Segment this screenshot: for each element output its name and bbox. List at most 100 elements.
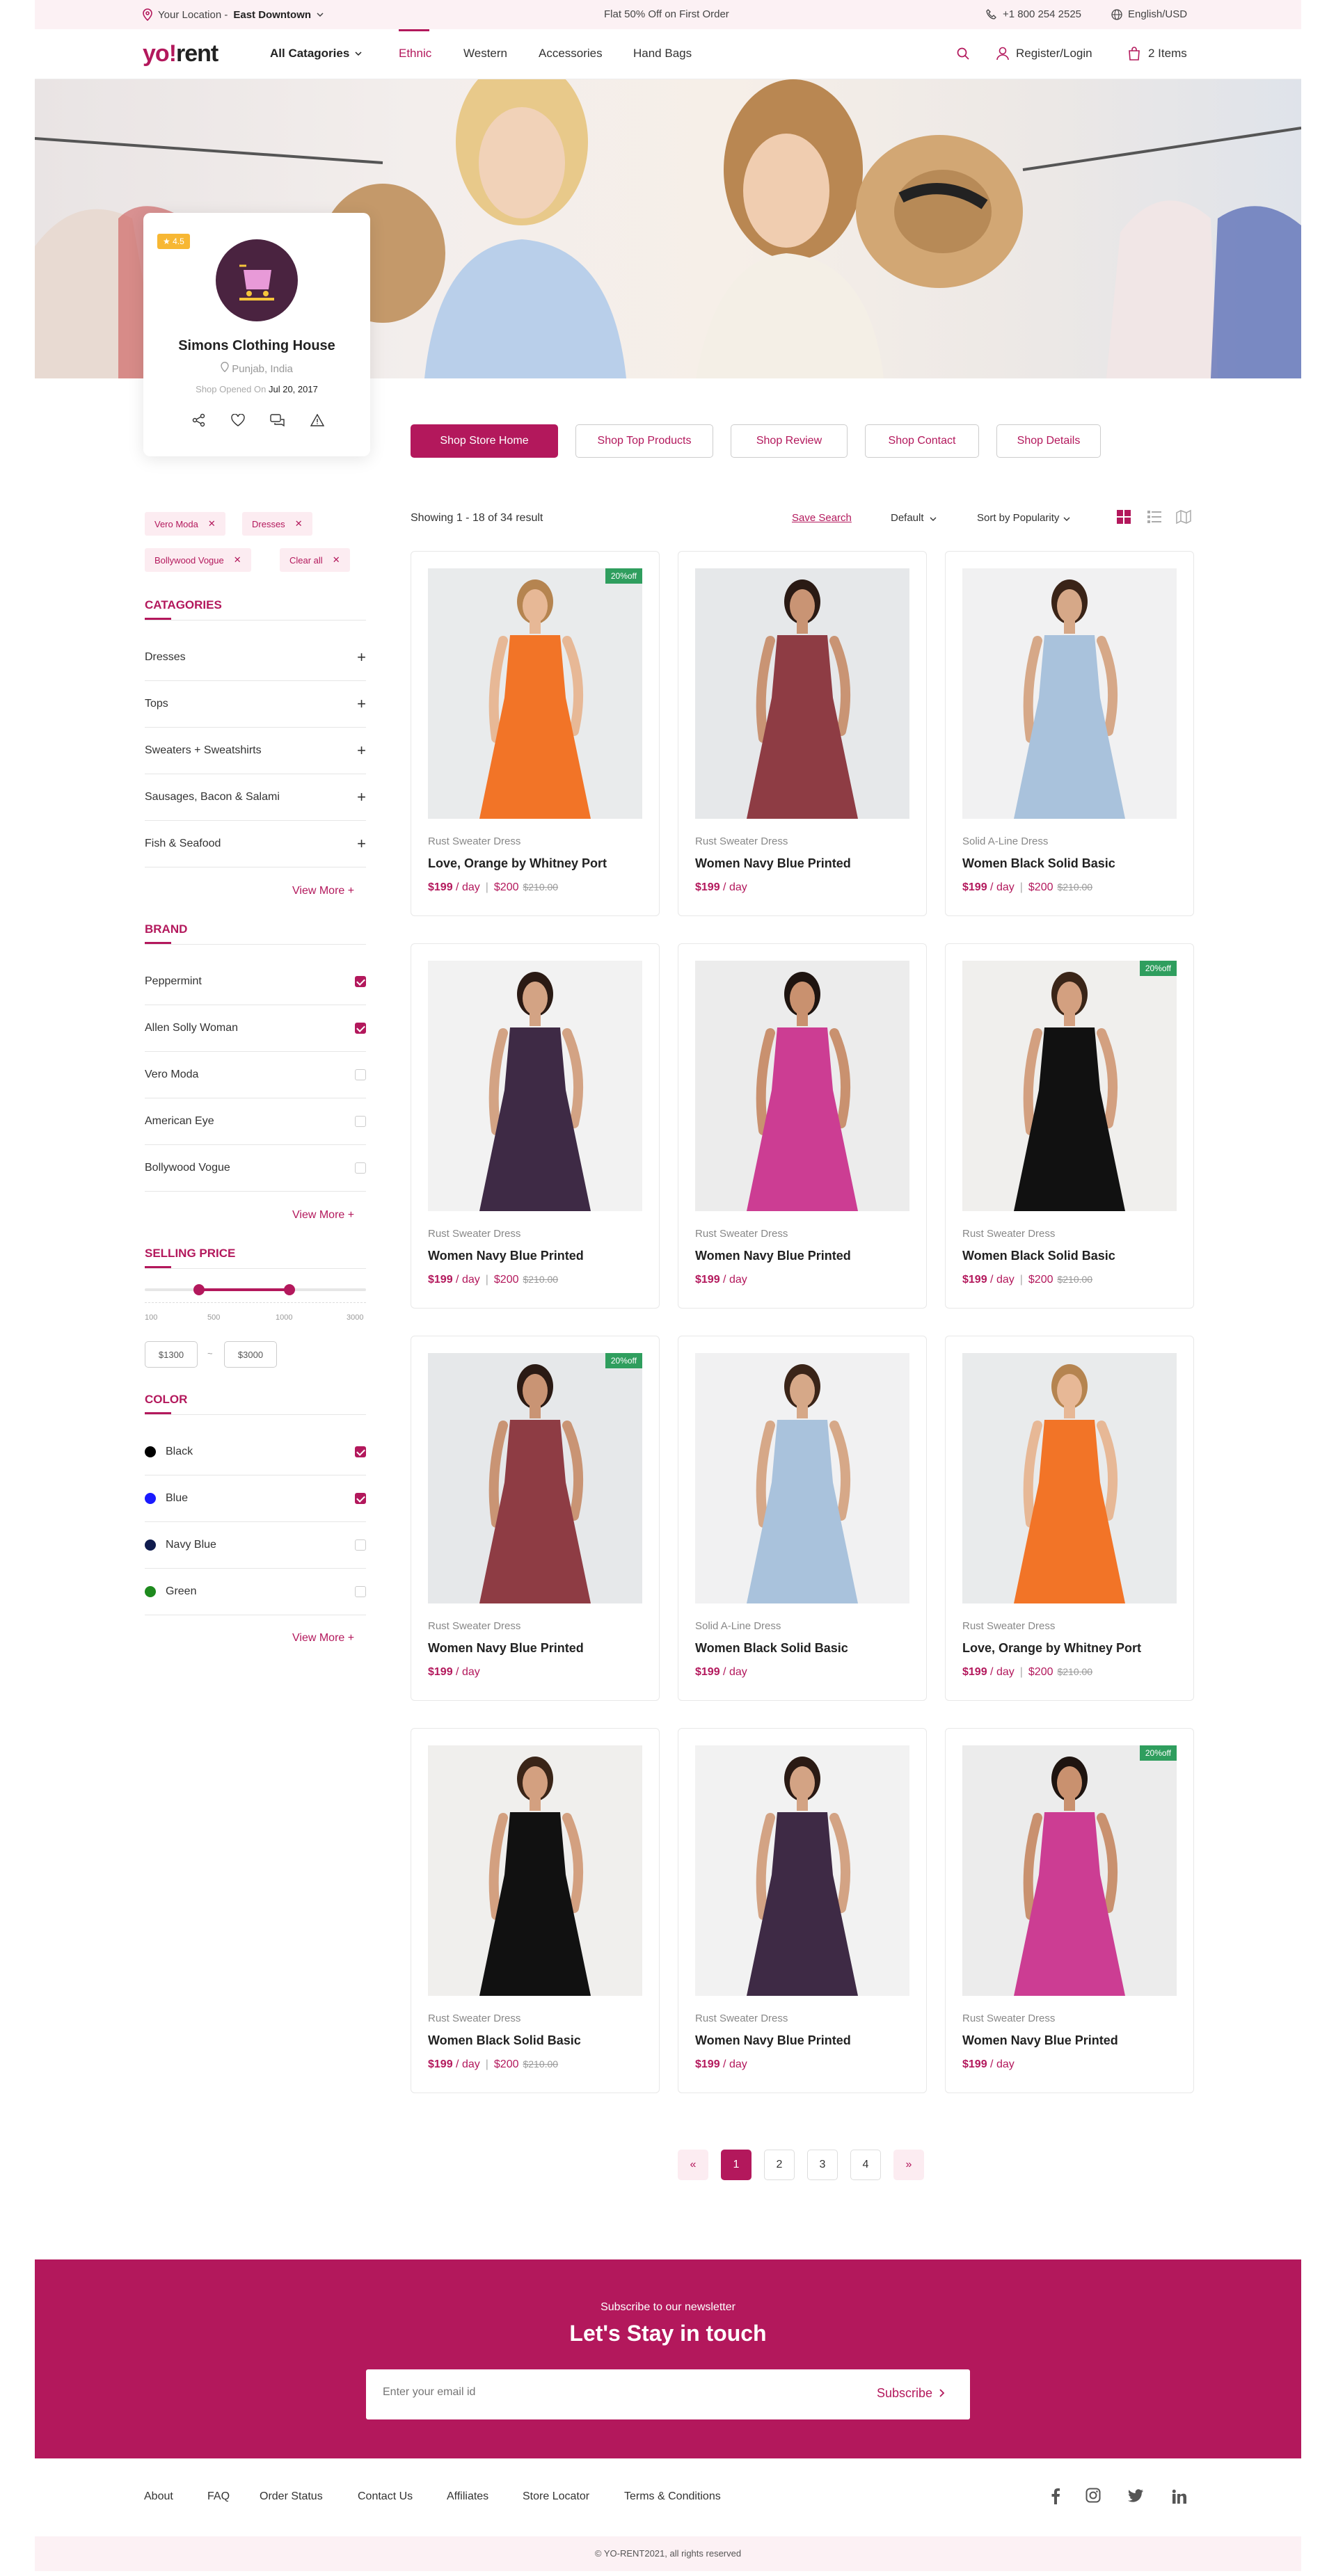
map-view-icon[interactable] (1176, 509, 1191, 525)
category-item[interactable]: Dresses + (145, 634, 366, 681)
product-name[interactable]: Women Navy Blue Printed (428, 1249, 584, 1263)
product-card[interactable]: Rust Sweater Dress Women Navy Blue Printe… (678, 1728, 927, 2093)
list-view-icon[interactable] (1147, 509, 1162, 525)
footer-link-faq[interactable]: FAQ (207, 2490, 230, 2503)
product-name[interactable]: Women Black Solid Basic (962, 856, 1115, 871)
category-item[interactable]: Sausages, Bacon & Salami + (145, 774, 366, 821)
checkbox[interactable] (355, 976, 366, 987)
heart-icon[interactable] (231, 413, 245, 427)
chat-icon[interactable] (270, 413, 285, 427)
pagination-page[interactable]: 1 (721, 2150, 752, 2180)
product-image[interactable] (695, 1353, 909, 1603)
brand-item[interactable]: Peppermint (145, 959, 366, 1005)
product-name[interactable]: Women Navy Blue Printed (695, 2033, 851, 2048)
price-max-input[interactable]: $3000 (224, 1341, 277, 1368)
checkbox[interactable] (355, 1023, 366, 1034)
product-card[interactable]: 20%off Rust Sweater Dress Women Black Soli… (945, 943, 1194, 1309)
checkbox[interactable] (355, 1069, 366, 1080)
color-item[interactable]: Black (145, 1429, 366, 1475)
category-item[interactable]: Fish & Seafood + (145, 821, 366, 867)
product-name[interactable]: Love, Orange by Whitney Port (962, 1641, 1141, 1656)
pagination-prev[interactable]: « (678, 2150, 708, 2180)
color-item[interactable]: Green (145, 1569, 366, 1615)
filter-chip[interactable]: Vero Moda ✕ (145, 512, 225, 536)
brand-view-more[interactable]: View More + (292, 1209, 354, 1222)
brand-item[interactable]: Vero Moda (145, 1052, 366, 1098)
report-warning-icon[interactable] (310, 413, 324, 427)
product-image[interactable] (428, 1353, 642, 1603)
product-card[interactable]: 20%off Rust Sweater Dress Women Navy Blue … (945, 1728, 1194, 2093)
product-card[interactable]: Solid A-Line Dress Women Black Solid Basi… (678, 1336, 927, 1701)
close-icon[interactable]: ✕ (295, 518, 303, 529)
product-image[interactable] (428, 1745, 642, 1996)
categories-view-more[interactable]: View More + (292, 885, 354, 897)
tab-shop-review[interactable]: Shop Review (731, 424, 848, 458)
search-icon[interactable] (957, 47, 969, 60)
product-card[interactable]: 20%off Rust Sweater Dress Love, Orange by … (411, 551, 660, 916)
grid-view-icon[interactable] (1116, 509, 1131, 525)
close-icon[interactable]: ✕ (234, 554, 241, 566)
nav-ethnic[interactable]: Ethnic (399, 47, 431, 61)
price-slider-min-handle[interactable] (193, 1284, 205, 1295)
product-image[interactable] (962, 961, 1177, 1211)
linkedin-icon[interactable] (1172, 2489, 1187, 2504)
product-image[interactable] (428, 568, 642, 819)
filter-chip[interactable]: Dresses ✕ (242, 512, 312, 536)
instagram-icon[interactable] (1086, 2488, 1101, 2503)
checkbox[interactable] (355, 1162, 366, 1174)
brand-item[interactable]: Allen Solly Woman (145, 1005, 366, 1052)
footer-link-affiliates[interactable]: Affiliates (447, 2490, 488, 2503)
product-card[interactable]: Rust Sweater Dress Women Navy Blue Printe… (678, 943, 927, 1309)
product-image[interactable] (428, 961, 642, 1211)
product-card[interactable]: Rust Sweater Dress Women Black Solid Basi… (411, 1728, 660, 2093)
category-item[interactable]: Sweaters + Sweatshirts + (145, 728, 366, 774)
product-image[interactable] (962, 568, 1177, 819)
sort-dropdown[interactable]: Sort by Popularity (977, 512, 1070, 524)
product-image[interactable] (695, 568, 909, 819)
product-card[interactable]: Rust Sweater Dress Women Navy Blue Printe… (678, 551, 927, 916)
footer-link-store-locator[interactable]: Store Locator (523, 2490, 589, 2503)
product-image[interactable] (695, 1745, 909, 1996)
brand-item[interactable]: American Eye (145, 1098, 366, 1145)
product-image[interactable] (962, 1353, 1177, 1603)
checkbox[interactable] (355, 1446, 366, 1457)
product-name[interactable]: Women Navy Blue Printed (695, 1249, 851, 1263)
pagination-next[interactable]: » (893, 2150, 924, 2180)
color-item[interactable]: Navy Blue (145, 1522, 366, 1569)
nav-western[interactable]: Western (463, 47, 507, 61)
close-icon[interactable]: ✕ (333, 554, 340, 566)
product-card[interactable]: Solid A-Line Dress Women Black Solid Basi… (945, 551, 1194, 916)
footer-link-contact-us[interactable]: Contact Us (358, 2490, 413, 2503)
checkbox[interactable] (355, 1586, 366, 1597)
footer-link-terms[interactable]: Terms & Conditions (624, 2490, 721, 2503)
checkbox[interactable] (355, 1493, 366, 1504)
site-logo[interactable]: yo!rent (143, 40, 218, 67)
product-name[interactable]: Women Black Solid Basic (428, 2033, 581, 2048)
tab-shop-details[interactable]: Shop Details (996, 424, 1101, 458)
checkbox[interactable] (355, 1539, 366, 1551)
price-slider-max-handle[interactable] (284, 1284, 295, 1295)
color-item[interactable]: Blue (145, 1475, 366, 1522)
product-image[interactable] (695, 961, 909, 1211)
footer-link-about[interactable]: About (144, 2490, 173, 2503)
filter-chip[interactable]: Bollywood Vogue ✕ (145, 548, 251, 572)
pagination-page[interactable]: 3 (807, 2150, 838, 2180)
product-name[interactable]: Women Navy Blue Printed (962, 2033, 1118, 2048)
tab-shop-contact[interactable]: Shop Contact (865, 424, 979, 458)
newsletter-email-input[interactable] (383, 2386, 800, 2399)
twitter-icon[interactable] (1127, 2489, 1144, 2503)
product-name[interactable]: Women Black Solid Basic (695, 1641, 848, 1656)
price-min-input[interactable]: $1300 (145, 1341, 198, 1368)
product-card[interactable]: 20%off Rust Sweater Dress Women Navy Blue … (411, 1336, 660, 1701)
product-card[interactable]: Rust Sweater Dress Women Navy Blue Printe… (411, 943, 660, 1309)
all-categories-dropdown[interactable]: All Catagories (270, 47, 362, 61)
location-selector[interactable]: Your Location - East Downtown (143, 8, 324, 21)
color-view-more[interactable]: View More + (292, 1632, 354, 1645)
nav-hand-bags[interactable]: Hand Bags (633, 47, 692, 61)
pagination-page[interactable]: 2 (764, 2150, 795, 2180)
subscribe-button[interactable]: Subscribe (877, 2386, 945, 2401)
tab-shop-top-products[interactable]: Shop Top Products (575, 424, 713, 458)
close-icon[interactable]: ✕ (208, 518, 216, 529)
save-search-link[interactable]: Save Search (792, 512, 852, 524)
clear-all-chip[interactable]: Clear all ✕ (280, 548, 350, 572)
